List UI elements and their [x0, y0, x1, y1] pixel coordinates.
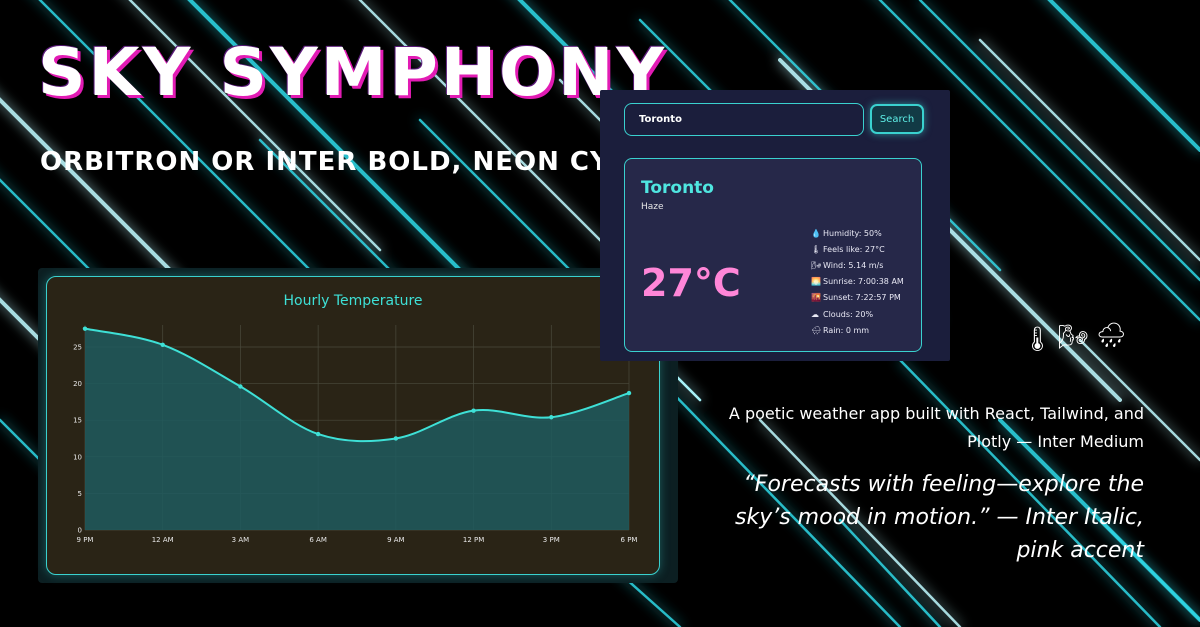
cloud-icon: ☁	[811, 309, 819, 319]
stat-label: Sunset: 7:22:57 PM	[823, 293, 901, 303]
hero-subtitle: ORBITRON OR INTER BOLD, NEON CYAN	[40, 147, 652, 177]
data-point[interactable]	[315, 431, 321, 437]
stat-sunrise: 🌅 Sunrise: 7:00:38 AM	[811, 274, 904, 290]
y-tick-label: 5	[78, 490, 82, 498]
stat-label: Rain: 0 mm	[823, 325, 870, 335]
y-tick-label: 10	[73, 453, 82, 461]
y-tick-label: 25	[73, 343, 82, 351]
stat-wind: 🌬 Wind: 5.14 m/s	[811, 257, 904, 273]
chart-card: Hourly Temperature 0 5 10 15 20 25 9 PM 12 AM 3 …	[38, 268, 678, 583]
search-input-value: Toronto	[639, 114, 682, 125]
stat-humidity: 💧 Humidity: 50%	[811, 225, 904, 241]
stat-clouds: ☁ Clouds: 20%	[811, 306, 904, 322]
quote: “Forecasts with feeling—explore the sky’…	[735, 472, 1144, 563]
chart-panel: Hourly Temperature 0 5 10 15 20 25 9 PM 12 AM 3 …	[46, 276, 660, 575]
stat-label: Wind: 5.14 m/s	[823, 260, 884, 270]
rain-icon: 🌧	[811, 325, 822, 335]
data-point[interactable]	[549, 415, 554, 420]
city-search-input[interactable]: Toronto	[624, 103, 864, 136]
data-point[interactable]	[626, 390, 632, 396]
thermometer-icon: 🌡	[811, 244, 822, 254]
neon-streak	[1047, 0, 1200, 152]
stat-label: Feels like: 27°C	[823, 244, 885, 254]
data-point[interactable]	[238, 384, 243, 389]
data-point[interactable]	[160, 342, 165, 347]
stat-label: Humidity: 50%	[823, 228, 882, 238]
stat-feels-like: 🌡 Feels like: 27°C	[811, 241, 904, 257]
area-fill	[85, 328, 629, 530]
y-tick-label: 15	[73, 417, 82, 425]
tagline: A poetic weather app built with React, T…	[728, 404, 1144, 451]
x-tick-label: 6 PM	[621, 536, 638, 544]
neon-streak	[978, 38, 1200, 262]
city-name: Toronto	[641, 178, 714, 198]
stat-rain: 🌧 Rain: 0 mm	[811, 322, 904, 338]
x-tick-label: 6 AM	[309, 536, 327, 544]
data-point[interactable]	[471, 408, 476, 413]
x-tick-label: 12 AM	[152, 536, 174, 544]
weather-stats-list: 💧 Humidity: 50% 🌡 Feels like: 27°C 🌬 Win…	[811, 225, 904, 338]
hourly-temperature-chart[interactable]: Hourly Temperature 0 5 10 15 20 25 9 PM 12 AM 3 …	[47, 277, 659, 574]
chart-title: Hourly Temperature	[283, 293, 422, 309]
weather-card: Toronto Haze 27°C 💧 Humidity: 50% 🌡 Feel…	[624, 158, 922, 352]
neon-streak	[918, 0, 1200, 282]
current-temperature: 27°C	[641, 261, 741, 305]
stat-label: Clouds: 20%	[823, 309, 874, 319]
weather-condition: Haze	[641, 202, 664, 212]
y-tick-label: 20	[73, 380, 82, 388]
x-tick-label: 9 AM	[387, 536, 405, 544]
y-tick-label: 0	[78, 527, 82, 535]
x-tick-label: 3 PM	[543, 536, 560, 544]
x-tick-label: 3 AM	[232, 536, 250, 544]
search-button[interactable]: Search	[870, 104, 924, 134]
data-point[interactable]	[82, 326, 88, 331]
stat-sunset: 🌇 Sunset: 7:22:57 PM	[811, 290, 904, 306]
sunrise-icon: 🌅	[811, 277, 821, 287]
stat-label: Sunrise: 7:00:38 AM	[823, 277, 904, 287]
wind-face-icon: 🌬	[1058, 323, 1089, 351]
wind-icon: 🌬	[811, 260, 822, 270]
droplet-icon: 💧	[811, 228, 821, 238]
x-tick-label: 12 PM	[463, 536, 484, 544]
thermometer-icon: 🌡	[1022, 325, 1053, 353]
data-point[interactable]	[393, 436, 399, 441]
hero-title: SKY SYMPHONY	[38, 34, 668, 111]
rain-cloud-icon: 🌧	[1096, 321, 1127, 349]
weather-app-window: Toronto Search Toronto Haze 27°C 💧 Humid…	[600, 90, 950, 361]
x-tick-label: 9 PM	[77, 536, 94, 544]
sunset-icon: 🌇	[811, 293, 821, 303]
